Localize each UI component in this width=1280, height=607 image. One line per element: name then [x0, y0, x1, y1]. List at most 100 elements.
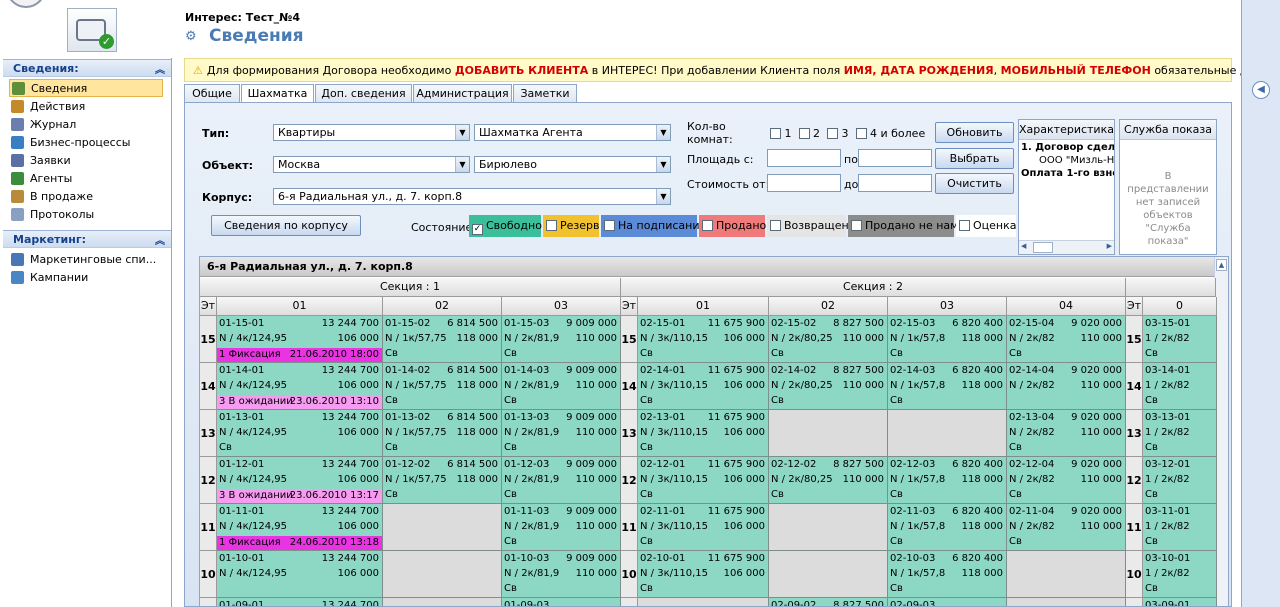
apartment-cell[interactable]: 02-14-01 11 675 900 N / 3к/110,15 106 000 Св	[638, 363, 769, 410]
apartment-cell[interactable]: 02-12-01 11 675 900 N / 3к/110,15 106 000 Св	[638, 457, 769, 504]
apartment-cell[interactable]: 02-11-04 9 020 000 N / 2к/82 110 000 Св	[1007, 504, 1126, 551]
apartment-cell[interactable]: 01-15-03 9 009 000 N / 2к/81,9 110 000 Св	[502, 316, 621, 363]
collapse-icon[interactable]: ︽	[155, 232, 165, 247]
apartment-cell[interactable]: 01-11-01 13 244 700 N / 4к/124,95 106 000 1 …	[217, 504, 383, 551]
apartment-cell[interactable]: 02-10-03 6 820 400 N / 1к/57,8 118 000 Св	[888, 551, 1007, 598]
apartment-cell[interactable]: 01-13-02 6 814 500 N / 1к/57,75 118 000 Св	[383, 410, 502, 457]
chevron-down-icon[interactable]: ▼	[656, 157, 670, 172]
apartment-cell[interactable]: 03-15-01 1 / 2к/82 Св	[1143, 316, 1217, 363]
apartment-cell[interactable]: 02-12-02 8 827 500 N / 2к/80,25 110 000 Св	[769, 457, 888, 504]
app-menu-button[interactable]	[6, 0, 46, 8]
apartment-cell[interactable]: 03-11-01 1 / 2к/82 Св	[1143, 504, 1217, 551]
area-to-input[interactable]	[858, 149, 932, 167]
state-filter-0[interactable]: ✓ Свободно	[469, 215, 542, 237]
apartment-cell[interactable]: 01-14-01 13 244 700 N / 4к/124,95 106 000 3 …	[217, 363, 383, 410]
sidebar-item-info-5[interactable]: Агенты	[9, 169, 163, 187]
sidebar-item-info-1[interactable]: Действия	[9, 97, 163, 115]
scroll-right-icon[interactable]: ▶	[1107, 242, 1112, 250]
apartment-cell[interactable]: 01-13-03 9 009 000 N / 2к/81,9 110 000 Св	[502, 410, 621, 457]
scroll-left-icon[interactable]: ◀	[1021, 242, 1026, 250]
state-filter-1[interactable]: Резерв	[543, 215, 599, 237]
apartment-cell[interactable]: 01-10-01 13 244 700 N / 4к/124,95 106 000	[217, 551, 383, 598]
state-checkbox[interactable]	[851, 220, 862, 231]
apartment-cell[interactable]: 01-09-03	[502, 598, 621, 606]
apartment-cell[interactable]: 01-11-03 9 009 000 N / 2к/81,9 110 000 Св	[502, 504, 621, 551]
state-checkbox[interactable]: ✓	[472, 224, 483, 235]
apartment-cell[interactable]: 02-13-04 9 020 000 N / 2к/82 110 000 Св	[1007, 410, 1126, 457]
building-info-button[interactable]: Сведения по корпусу	[211, 215, 361, 236]
cost-to-input[interactable]	[858, 174, 932, 192]
tab-chessboard[interactable]: Шахматка	[241, 84, 314, 104]
state-checkbox[interactable]	[546, 220, 557, 231]
sidebar-item-info-2[interactable]: Журнал	[9, 115, 163, 133]
sidebar-item-marketing-1[interactable]: Кампании	[9, 268, 163, 286]
state-filter-4[interactable]: Возвращено	[767, 215, 855, 237]
apartment-cell[interactable]: 02-09-03	[888, 598, 1007, 606]
tab-general[interactable]: Общие	[184, 84, 240, 103]
object-select[interactable]: Москва ▼	[273, 156, 470, 173]
apartment-cell[interactable]: 01-12-02 6 814 500 N / 1к/57,75 118 000 Св	[383, 457, 502, 504]
back-icon[interactable]: ◀	[1252, 81, 1270, 99]
refresh-button[interactable]: Обновить	[935, 122, 1014, 143]
clear-button[interactable]: Очистить	[935, 173, 1014, 194]
state-checkbox[interactable]	[770, 220, 781, 231]
apartment-cell[interactable]: 03-09-01	[1143, 598, 1217, 606]
state-checkbox[interactable]	[604, 220, 615, 231]
apartment-cell[interactable]: 02-11-03 6 820 400 N / 1к/57,8 118 000 Св	[888, 504, 1007, 551]
apartment-cell[interactable]: 01-14-03 9 009 000 N / 2к/81,9 110 000 Св	[502, 363, 621, 410]
apartment-cell[interactable]: 02-13-01 11 675 900 N / 3к/110,15 106 000 Св	[638, 410, 769, 457]
tab-notes[interactable]: Заметки	[513, 84, 577, 103]
apartment-cell[interactable]: 03-12-01 1 / 2к/82 Св	[1143, 457, 1217, 504]
apartment-cell[interactable]: 02-15-04 9 020 000 N / 2к/82 110 000 Св	[1007, 316, 1126, 363]
chevron-down-icon[interactable]: ▼	[455, 157, 469, 172]
apartment-cell[interactable]: 01-12-01 13 244 700 N / 4к/124,95 106 000 3 …	[217, 457, 383, 504]
state-filter-3[interactable]: Продано	[699, 215, 766, 237]
state-filter-2[interactable]: На подписании	[601, 215, 707, 237]
tab-extra[interactable]: Доп. сведения	[315, 84, 412, 103]
scroll-up-icon[interactable]: ▲	[1216, 259, 1227, 271]
char-hscroll[interactable]: ◀ ▶	[1019, 240, 1114, 254]
sidebar-item-info-6[interactable]: В продаже	[9, 187, 163, 205]
apartment-cell[interactable]: 02-15-02 8 827 500 N / 2к/80,25 110 000 Св	[769, 316, 888, 363]
apartment-cell[interactable]: 02-10-01 11 675 900 N / 3к/110,15 106 000 Св	[638, 551, 769, 598]
state-checkbox[interactable]	[702, 220, 713, 231]
apartment-cell[interactable]: 01-15-01 13 244 700 N / 4к/124,95 106 000 1 …	[217, 316, 383, 363]
area-from-input[interactable]	[767, 149, 841, 167]
tab-admin[interactable]: Администрация	[413, 84, 512, 103]
collapse-icon[interactable]: ︽	[155, 61, 165, 76]
apartment-cell[interactable]: 02-14-04 9 020 000 N / 2к/82 110 000	[1007, 363, 1126, 410]
chevron-down-icon[interactable]: ▼	[656, 125, 670, 140]
apartment-cell[interactable]: 01-15-02 6 814 500 N / 1к/57,75 118 000 Св	[383, 316, 502, 363]
type-select[interactable]: Квартиры ▼	[273, 124, 470, 141]
sidebar-item-marketing-0[interactable]: Маркетинговые спи...	[9, 250, 163, 268]
cost-from-input[interactable]	[767, 174, 841, 192]
select-button[interactable]: Выбрать	[935, 148, 1014, 169]
nav-group-info-header[interactable]: Сведения: ︽	[3, 59, 171, 77]
rooms-2-checkbox[interactable]	[798, 128, 810, 139]
view-select[interactable]: Шахматка Агента ▼	[474, 124, 671, 141]
rooms-4-checkbox[interactable]	[855, 128, 867, 139]
apartment-cell[interactable]: 01-14-02 6 814 500 N / 1к/57,75 118 000 Св	[383, 363, 502, 410]
apartment-cell[interactable]: 03-14-01 1 / 2к/82 Св	[1143, 363, 1217, 410]
apartment-cell[interactable]: 02-11-01 11 675 900 N / 3к/110,15 106 000 Св	[638, 504, 769, 551]
apartment-cell[interactable]: 02-15-03 6 820 400 N / 1к/57,8 118 000 Св	[888, 316, 1007, 363]
chevron-down-icon[interactable]: ▼	[455, 125, 469, 140]
sidebar-item-info-7[interactable]: Протоколы	[9, 205, 163, 223]
state-filter-5[interactable]: Продано не нами	[848, 215, 966, 237]
apartment-cell[interactable]: 01-10-03 9 009 000 N / 2к/81,9 110 000 Св	[502, 551, 621, 598]
sidebar-item-info-4[interactable]: Заявки	[9, 151, 163, 169]
sidebar-item-info-0[interactable]: Сведения	[9, 79, 163, 97]
apartment-cell[interactable]: 01-12-03 9 009 000 N / 2к/81,9 110 000 Св	[502, 457, 621, 504]
district-select[interactable]: Бирюлево ▼	[474, 156, 671, 173]
apartment-cell[interactable]: 03-13-01 1 / 2к/82 Св	[1143, 410, 1217, 457]
building-select[interactable]: 6-я Радиальная ул., д. 7. корп.8 ▼	[273, 188, 671, 205]
apartment-cell[interactable]: 02-14-03 6 820 400 N / 1к/57,8 118 000 Св	[888, 363, 1007, 410]
scroll-thumb[interactable]	[1033, 242, 1053, 253]
rooms-3-checkbox[interactable]	[827, 128, 838, 139]
rooms-1-checkbox[interactable]	[770, 128, 781, 139]
apartment-cell[interactable]: 02-12-03 6 820 400 N / 1к/57,8 118 000 Св	[888, 457, 1007, 504]
chevron-down-icon[interactable]: ▼	[656, 189, 670, 204]
apartment-cell[interactable]: 02-15-01 11 675 900 N / 3к/110,15 106 000 Св	[638, 316, 769, 363]
state-checkbox[interactable]	[959, 220, 970, 231]
state-filter-6[interactable]: Оценка	[956, 215, 1017, 237]
